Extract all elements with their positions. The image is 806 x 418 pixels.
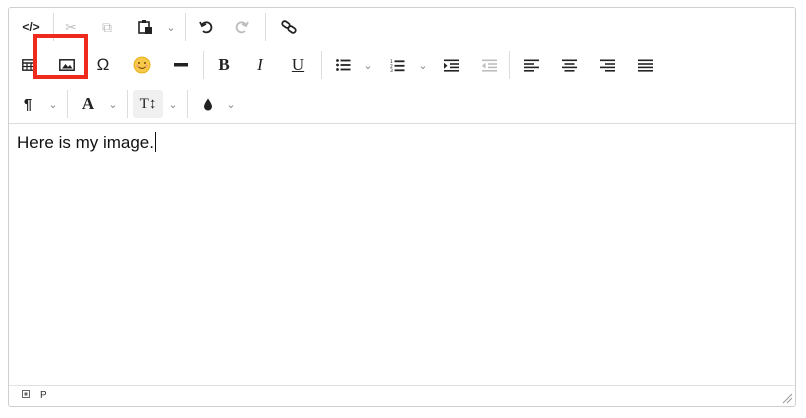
bold-button[interactable]: B (211, 51, 237, 79)
paste-icon (138, 20, 152, 34)
bullet-list-dropdown-chevron-icon[interactable]: ⌄ (361, 51, 375, 79)
cut-button[interactable]: ✂ (59, 13, 83, 41)
table-icon (22, 59, 36, 71)
italic-button[interactable]: I (247, 51, 273, 79)
numbered-list-icon: 1 2 3 (390, 59, 404, 72)
special-character-button[interactable]: Ω (91, 51, 115, 79)
indent-button[interactable] (439, 51, 463, 79)
element-path[interactable]: P (40, 390, 47, 401)
status-bar: P (9, 385, 795, 406)
align-center-button[interactable] (557, 51, 581, 79)
outdent-button[interactable] (477, 51, 501, 79)
separator (127, 90, 128, 118)
paragraph-dropdown-chevron-icon[interactable]: ⌄ (46, 90, 60, 118)
align-center-icon (561, 59, 577, 72)
separator (185, 13, 186, 41)
block-icon (22, 390, 30, 398)
paste-button[interactable] (133, 13, 157, 41)
font-family-dropdown-chevron-icon[interactable]: ⌄ (106, 90, 120, 118)
separator (321, 51, 322, 79)
undo-button[interactable] (193, 13, 219, 41)
indent-icon (443, 59, 459, 72)
align-left-button[interactable] (519, 51, 543, 79)
insert-image-button[interactable] (53, 51, 81, 79)
bullet-list-icon (335, 59, 350, 71)
emoji-button[interactable] (129, 51, 155, 79)
table-button[interactable] (17, 51, 41, 79)
horizontal-line-icon (174, 63, 188, 67)
text-caret (154, 132, 156, 152)
bullet-list-button[interactable] (331, 51, 355, 79)
separator (53, 13, 54, 41)
content-text: Here is my image. (17, 133, 154, 152)
paragraph-format-button[interactable]: ¶ (17, 90, 39, 118)
font-family-button[interactable]: A (77, 90, 99, 118)
text-color-dropdown-chevron-icon[interactable]: ⌄ (224, 90, 238, 118)
content-paragraph[interactable]: Here is my image. (17, 132, 156, 153)
droplet-icon (204, 98, 212, 110)
toolbar-row-1: </> ✂ ⧉ ⌄ (9, 8, 795, 47)
undo-icon (199, 21, 213, 34)
separator (203, 51, 204, 79)
align-right-button[interactable] (595, 51, 619, 79)
svg-text:3: 3 (390, 68, 393, 72)
outdent-icon (481, 59, 497, 72)
rich-text-editor: </> ✂ ⧉ ⌄ Ω B I U ⌄ 1 2 3 ⌄ ¶ ⌄ A ⌄ T↕ ⌄… (8, 7, 796, 407)
numbered-list-button[interactable]: 1 2 3 (385, 51, 409, 79)
redo-button[interactable] (229, 13, 255, 41)
toolbar-row-3: ¶ ⌄ A ⌄ T↕ ⌄ ⌄ (9, 85, 795, 124)
resize-handle-icon[interactable] (782, 393, 793, 404)
numbered-list-dropdown-chevron-icon[interactable]: ⌄ (416, 51, 430, 79)
font-size-dropdown-chevron-icon[interactable]: ⌄ (166, 90, 180, 118)
emoji-icon (133, 56, 151, 74)
justify-button[interactable] (633, 51, 657, 79)
separator (187, 90, 188, 118)
justify-icon (637, 59, 653, 72)
toolbar-row-2: Ω B I U ⌄ 1 2 3 ⌄ (9, 46, 795, 86)
separator (265, 13, 266, 41)
redo-icon (235, 21, 249, 34)
horizontal-rule-button[interactable] (169, 51, 193, 79)
image-icon (59, 59, 75, 71)
editor-content-area[interactable]: Here is my image. (9, 123, 795, 387)
copy-button[interactable]: ⧉ (95, 13, 119, 41)
text-color-button[interactable] (197, 90, 219, 118)
paste-dropdown-chevron-icon[interactable]: ⌄ (164, 13, 178, 41)
align-left-icon (523, 59, 539, 72)
link-icon (281, 20, 297, 34)
separator (509, 51, 510, 79)
source-code-button[interactable]: </> (17, 13, 45, 41)
separator (67, 90, 68, 118)
font-size-button[interactable]: T↕ (133, 90, 163, 118)
align-right-icon (599, 59, 615, 72)
underline-button[interactable]: U (285, 51, 311, 79)
link-button[interactable] (275, 13, 303, 41)
